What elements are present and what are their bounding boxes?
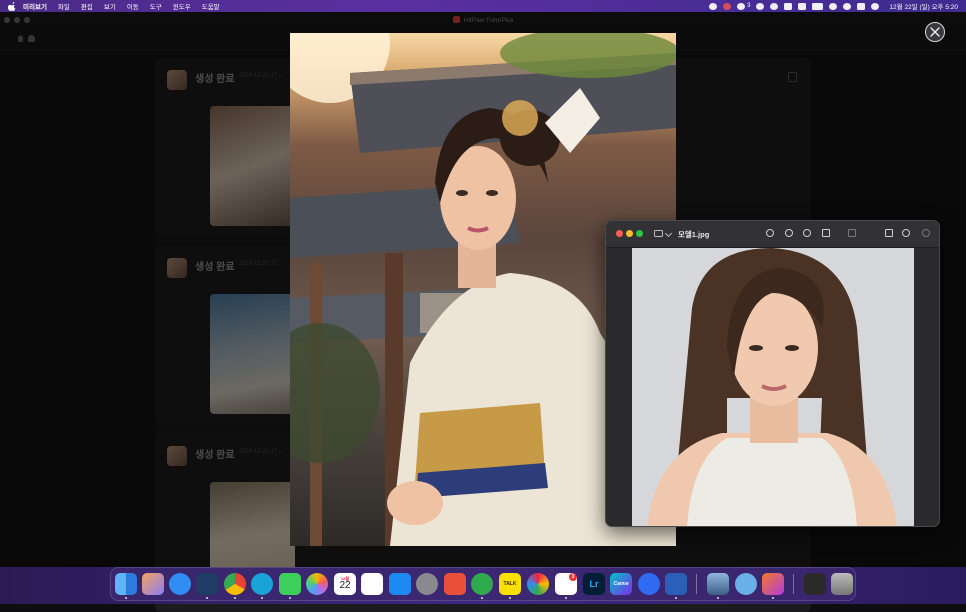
info-icon[interactable] — [766, 229, 774, 237]
dock-separator — [793, 574, 794, 594]
running-indicator — [717, 597, 719, 599]
running-indicator — [481, 597, 483, 599]
edge-icon[interactable] — [251, 573, 273, 595]
photos-icon[interactable] — [306, 573, 328, 595]
sync-status-icon[interactable] — [737, 2, 746, 10]
record-status-icon[interactable] — [723, 2, 732, 10]
preview-window: 모델1.jpg — [605, 220, 940, 527]
zoom-in-icon[interactable] — [803, 229, 811, 237]
dock-separator — [696, 574, 697, 594]
menu-tools[interactable]: 도구 — [150, 1, 162, 11]
kakaotalk-label: TALK — [503, 581, 517, 587]
running-indicator — [509, 597, 511, 599]
chrome-icon[interactable] — [224, 573, 246, 595]
canva-icon[interactable]: Canva — [610, 573, 632, 595]
lightroom-icon[interactable]: Lr — [583, 573, 605, 595]
menu-file[interactable]: 파일 — [58, 1, 70, 11]
system-settings-icon[interactable] — [416, 573, 438, 595]
calendar-icon[interactable]: 12월 22 — [334, 573, 356, 595]
lightroom-label: Lr — [589, 579, 599, 589]
model-photo — [632, 248, 914, 526]
running-indicator — [261, 597, 263, 599]
finder-icon[interactable] — [115, 573, 137, 595]
rotate-icon[interactable] — [885, 229, 893, 237]
preview-zoom-button[interactable] — [636, 230, 643, 237]
app-store-icon[interactable] — [389, 573, 411, 595]
running-indicator — [234, 597, 236, 599]
annotate-icon[interactable] — [902, 229, 910, 237]
sidebar-status-icon[interactable] — [784, 2, 793, 10]
messages-icon[interactable] — [279, 573, 301, 595]
trash-icon[interactable] — [831, 573, 853, 595]
menu-bar: 미리보기 파일 편집 보기 이동 도구 윈도우 도움말 3 12월 22일 (일… — [0, 0, 966, 12]
menu-go[interactable]: 이동 — [127, 1, 139, 11]
preview-image — [632, 248, 914, 526]
running-indicator — [125, 597, 127, 599]
chat-status-icon[interactable] — [709, 2, 718, 10]
preview-filename: 모델1.jpg — [678, 230, 710, 239]
canva-label: Canva — [613, 581, 629, 587]
bird-app-icon[interactable] — [196, 573, 218, 595]
checklist-app-icon[interactable]: 3 — [555, 573, 577, 595]
evernote-icon[interactable] — [471, 573, 493, 595]
share-icon[interactable] — [822, 229, 830, 237]
running-indicator — [206, 597, 208, 599]
status-area: 3 12월 22일 (일) 오후 5:20 — [709, 0, 958, 12]
calendar-day: 22 — [339, 580, 351, 591]
running-indicator — [565, 597, 567, 599]
notification-badge: 3 — [569, 573, 577, 581]
close-icon — [930, 27, 940, 37]
running-indicator — [675, 597, 677, 599]
reminders-icon[interactable] — [361, 573, 383, 595]
control-center-icon[interactable] — [857, 2, 866, 10]
markup-pen-icon[interactable] — [848, 229, 856, 237]
menu-app-name[interactable]: 미리보기 — [23, 1, 47, 11]
viewer-close-button[interactable] — [925, 22, 945, 42]
launchpad-icon[interactable] — [142, 573, 164, 595]
color-wheel-app-icon[interactable] — [527, 573, 549, 595]
search-icon[interactable] — [922, 229, 930, 237]
spotlight-search-icon[interactable] — [843, 2, 852, 10]
hitpaw-app-icon[interactable] — [762, 573, 784, 595]
vpn-status-icon[interactable] — [770, 2, 779, 10]
preview-toolbar: 모델1.jpg — [606, 221, 939, 248]
menu-view[interactable]: 보기 — [104, 1, 116, 11]
s-app-icon[interactable] — [638, 573, 660, 595]
status-badge: 3 — [747, 3, 751, 9]
chevron-down-icon[interactable] — [664, 229, 673, 238]
battery-icon[interactable] — [812, 2, 824, 10]
document-stack-icon[interactable] — [804, 573, 826, 595]
running-indicator — [289, 597, 291, 599]
dock: 12월 22 TALK 3 Lr Canva — [110, 567, 856, 601]
preview-close-button[interactable] — [616, 230, 623, 237]
image-capture-icon[interactable] — [735, 573, 757, 595]
safari-icon[interactable] — [169, 573, 191, 595]
apple-icon[interactable] — [8, 1, 17, 11]
siri-icon[interactable] — [871, 2, 880, 10]
grid-status-icon[interactable] — [798, 2, 807, 10]
menu-edit[interactable]: 편집 — [81, 1, 93, 11]
preview-app-icon[interactable] — [707, 573, 729, 595]
menu-window[interactable]: 윈도우 — [173, 1, 191, 11]
zoom-out-icon[interactable] — [785, 229, 793, 237]
running-indicator — [772, 597, 774, 599]
wifi-icon[interactable] — [829, 2, 838, 10]
preview-minimize-button[interactable] — [626, 230, 633, 237]
sidebar-toggle-icon[interactable] — [654, 230, 663, 237]
git-app-icon[interactable] — [444, 573, 466, 595]
kakaotalk-icon[interactable]: TALK — [499, 573, 521, 595]
cc-status-icon[interactable] — [756, 2, 765, 10]
menu-help[interactable]: 도움말 — [202, 1, 220, 11]
word-icon[interactable] — [665, 573, 687, 595]
menu-clock[interactable]: 12월 22일 (일) 오후 5:20 — [889, 1, 958, 11]
